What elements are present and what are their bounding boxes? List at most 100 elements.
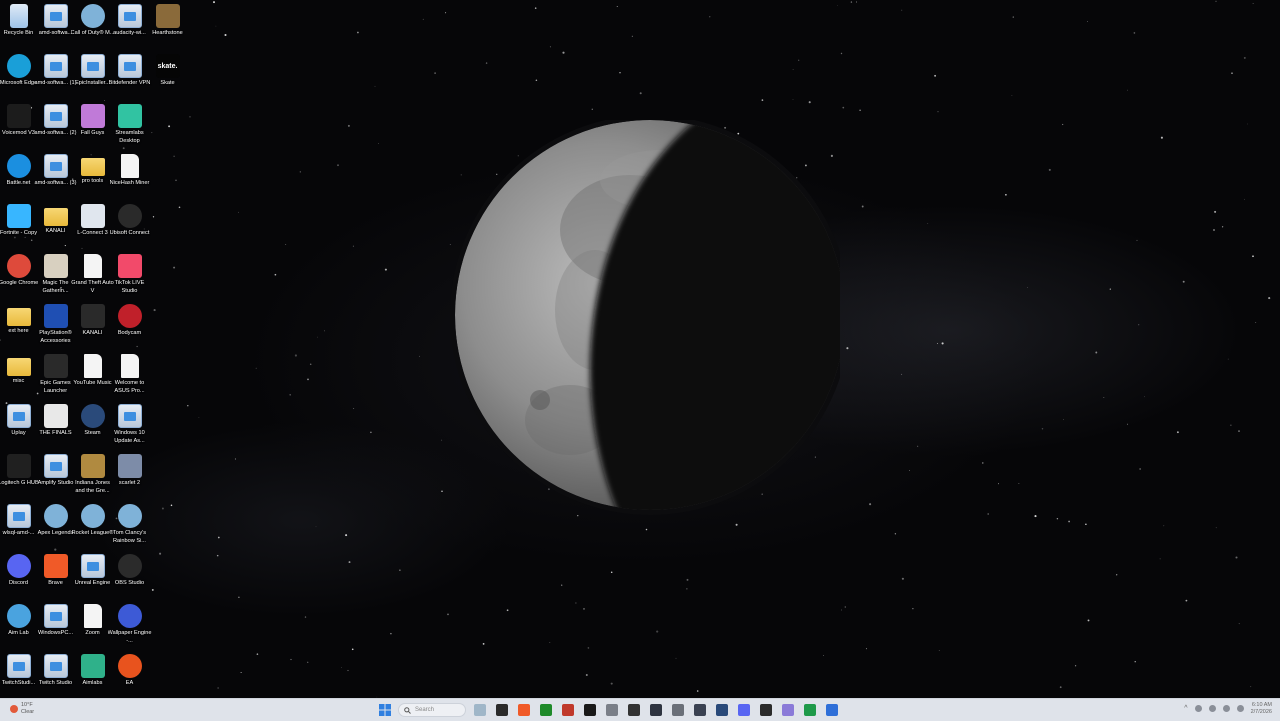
desktop-icon-playstation-accessories[interactable]: PlayStation® Accessories [37, 300, 74, 348]
desktop-icon-bodycam[interactable]: Bodycam [111, 300, 148, 348]
desktop-icon-ext-here[interactable]: ext here [0, 300, 37, 348]
desktop-icon-uplay[interactable]: Uplay [0, 400, 37, 448]
desktop-icon-twitchstudio[interactable]: TwitchStudi... [0, 650, 37, 698]
desktop-icon-bitdefender-vpn[interactable]: Bitdefender VPN [109, 50, 150, 98]
desktop-icon-hearthstone[interactable]: Hearthstone [149, 0, 186, 48]
desktop-icon-welcome-asus[interactable]: Welcome to ASUS Pro... [111, 350, 148, 398]
taskbar-xbox[interactable] [537, 702, 554, 719]
desktop-icon-indiana-jones[interactable]: Indiana Jones and the Gre... [74, 450, 111, 498]
star [846, 347, 849, 350]
microphone-icon[interactable] [1194, 705, 1202, 712]
desktop-icon-battle-net[interactable]: Battle.net [0, 150, 37, 198]
desktop-icon-amplify-studio[interactable]: Amplify Studio [37, 450, 74, 498]
desktop-icon-fortnite-copy[interactable]: Fortnite - Copy [0, 200, 37, 248]
app-icon [649, 704, 662, 716]
taskbar-app-green[interactable] [801, 702, 818, 719]
desktop-icon-apex-legends[interactable]: Apex Legends [37, 500, 74, 548]
star [1244, 198, 1245, 200]
desktop-icon-unreal-engine[interactable]: Unreal Engine [74, 550, 111, 598]
star [837, 5, 839, 6]
desktop-icon-skate[interactable]: skate. Skate [149, 50, 186, 98]
desktop-icon-amd-software[interactable]: amd-softwa... [37, 0, 74, 48]
desktop-icon-windows-10-update[interactable]: Windows 10 Update As... [111, 400, 148, 448]
wifi-icon[interactable] [1222, 705, 1230, 712]
desktop-icon-l-connect-3[interactable]: L-Connect 3 [74, 200, 111, 248]
desktop-icon-microsoft-edge[interactable]: Microsoft Edge [0, 50, 37, 98]
desktop-icon-tiktok-live-studio[interactable]: TikTok LIVE Studio [111, 250, 148, 298]
desktop-icon-amd-software-1[interactable]: amd-softwa... (1) [35, 50, 76, 98]
desktop-icon-magic-the-gathering[interactable]: Magic The Gatherin... [37, 250, 74, 298]
taskbar-app-blue[interactable] [823, 702, 840, 719]
desktop-icon-logitech-g-hub[interactable]: Logitech G HUB [0, 450, 39, 498]
taskbar-clock[interactable]: 6:10 AM 2/7/2026 [1251, 702, 1272, 715]
desktop-icon-google-chrome[interactable]: Google Chrome [0, 250, 38, 298]
taskbar-app-gray[interactable] [603, 702, 620, 719]
desktop-icon-fall-guys[interactable]: Fall Guys [74, 100, 111, 148]
desktop-icon-nicehash-miner[interactable]: NiceHash Miner [110, 150, 149, 198]
desktop-icon-twitch-studio[interactable]: Twitch Studio [37, 650, 74, 698]
desktop-icon-audacity[interactable]: audacity-wi... [111, 0, 148, 48]
desktop-icon-call-of-duty[interactable]: Call of Duty® M... [71, 0, 114, 48]
taskbar-discord[interactable] [735, 702, 752, 719]
tray-chevron-icon[interactable]: ^ [1184, 705, 1187, 712]
weather-widget[interactable]: 10°F Clear [10, 702, 34, 715]
file-icon [117, 404, 142, 428]
desktop-icon-epic-games-launcher[interactable]: Epic Games Launcher [37, 350, 74, 398]
desktop-icon-aim-lab[interactable]: Aim Lab [0, 600, 37, 648]
desktop-icon-aimlabs[interactable]: Aimlabs [74, 650, 111, 698]
taskbar-terminal[interactable] [581, 702, 598, 719]
taskbar-app-box[interactable] [757, 702, 774, 719]
volume-icon[interactable] [1236, 705, 1244, 712]
taskbar-logitech[interactable] [625, 702, 642, 719]
taskbar-search[interactable]: Search [398, 703, 466, 717]
desktop-icon-pro-tools[interactable]: pro tools [74, 150, 111, 198]
taskbar-app-circle[interactable] [669, 702, 686, 719]
desktop-icon-youtube-music[interactable]: YouTube Music [73, 350, 112, 398]
desktop-icon-obs-studio[interactable]: OBS Studio [111, 550, 148, 598]
star [347, 124, 350, 127]
scarlet-icon [117, 454, 142, 478]
star [1185, 599, 1188, 602]
taskbar-app-purple[interactable] [779, 702, 796, 719]
desktop-icon-ea[interactable]: EA [111, 650, 148, 698]
mtg-icon [43, 254, 68, 278]
desktop-icon-wallpaper-engine[interactable]: Wallpaper Engine -... [108, 600, 151, 648]
desktop-icon-windowspc[interactable]: WindowsPC... [37, 600, 74, 648]
taskbar-app-globe[interactable] [691, 702, 708, 719]
cloud-icon[interactable] [1208, 705, 1216, 712]
taskbar-widgets[interactable] [471, 702, 488, 719]
desktop-icon-discord[interactable]: Discord [0, 550, 37, 598]
desktop-icon-kanali[interactable]: KANALI [37, 200, 74, 248]
desktop-icon-epicinstaller[interactable]: EpicInstaller... [74, 50, 111, 98]
desktop-icon-steam[interactable]: Steam [74, 400, 111, 448]
desktop-icon-streamlabs-desktop[interactable]: Streamlabs Desktop [111, 100, 148, 148]
taskbar-steam[interactable] [713, 702, 730, 719]
desktop-icon-grid: Recycle Bin Microsoft Edge Voicemod V3 Batt… [0, 0, 190, 698]
start-button[interactable] [376, 702, 393, 719]
desktop-icon-misc[interactable]: misc [0, 350, 37, 398]
desktop-icon-amd-software-2[interactable]: amd-softwa... (2) [35, 100, 76, 148]
taskbar-file-explorer[interactable] [493, 702, 510, 719]
taskbar-brave[interactable] [515, 702, 532, 719]
desktop-icon-brave[interactable]: Brave [37, 550, 74, 598]
desktop-icon-kanali-2[interactable]: KANALI [74, 300, 111, 348]
desktop-icon-rocket-league[interactable]: Rocket League® [72, 500, 113, 548]
desktop-icon-scarlet-2[interactable]: scarlet 2 [111, 450, 148, 498]
skate-icon: skate. [155, 54, 180, 78]
desktop-icon-gta-v[interactable]: Grand Theft Auto V [71, 250, 114, 298]
star [213, 1, 215, 4]
taskbar-app-red[interactable] [559, 702, 576, 719]
star [639, 92, 642, 95]
desktop-icon-amd-software-3[interactable]: amd-softwa... (3) [35, 150, 76, 198]
desktop-icon-ubisoft-connect[interactable]: Ubisoft Connect [110, 200, 149, 248]
taskbar-app-dark[interactable] [647, 702, 664, 719]
desktop-icon-recycle-bin[interactable]: Recycle Bin [0, 0, 37, 48]
desktop-icon-voicemod[interactable]: Voicemod V3 [0, 100, 37, 148]
desktop-icon-wlsql-amd[interactable]: wlsql-amd-... [0, 500, 37, 548]
desktop-icon-rainbow-six[interactable]: Tom Clancy's Rainbow Si... [111, 500, 148, 548]
desktop-icon-the-finals[interactable]: THE FINALS [37, 400, 74, 448]
desktop-icon-zoom[interactable]: Zoom [74, 600, 111, 648]
star [353, 408, 355, 410]
star [1231, 72, 1233, 74]
the-finals-icon [43, 404, 68, 428]
